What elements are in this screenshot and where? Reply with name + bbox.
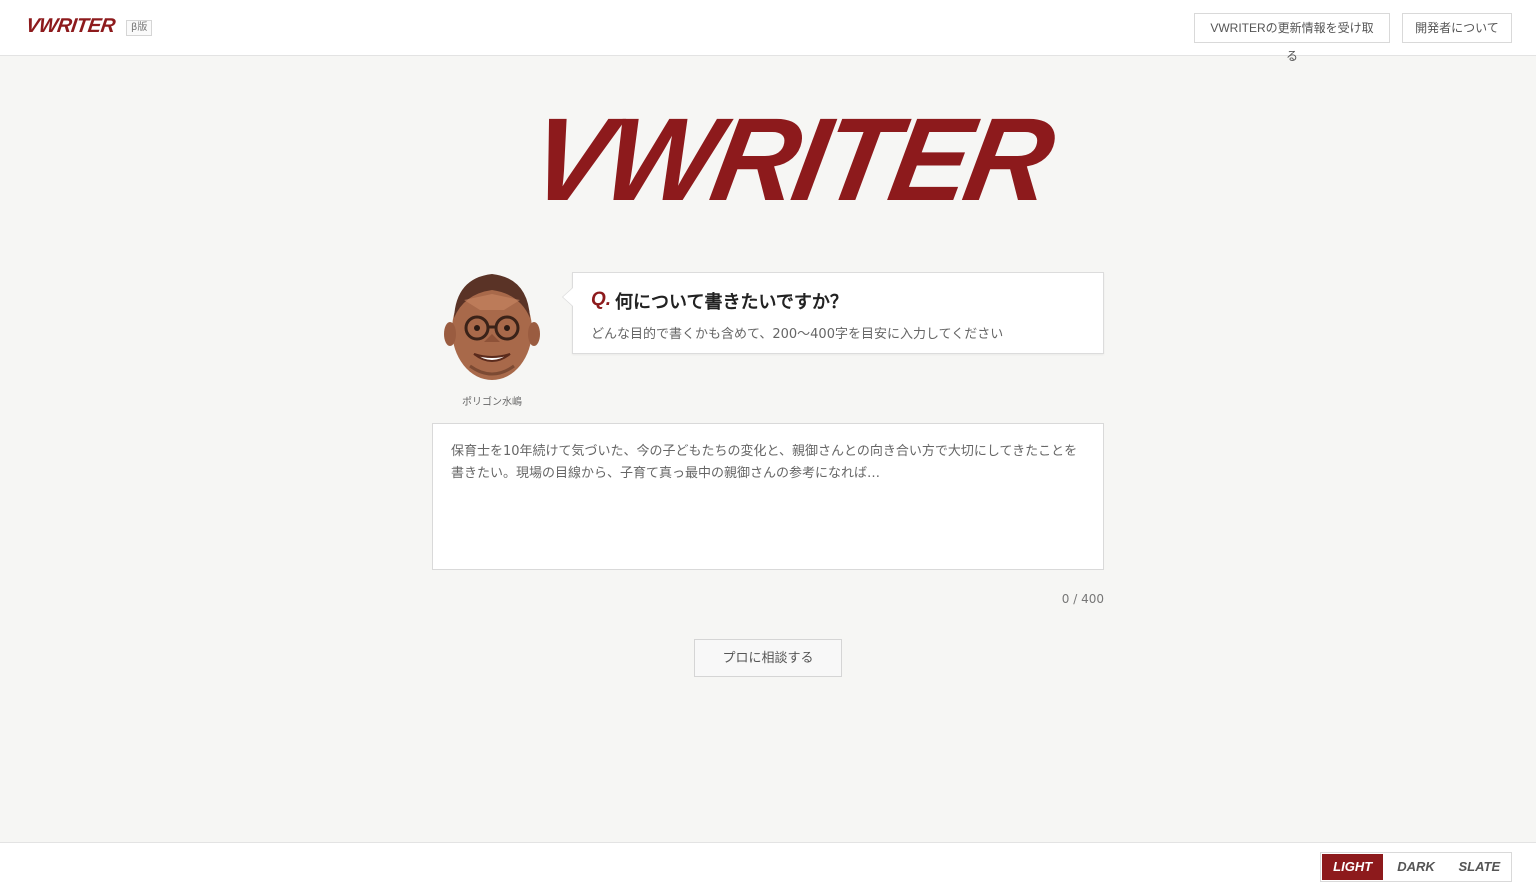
character-counter: 0 / 400: [1061, 592, 1104, 606]
question-title: 何について書きたいですか？: [615, 292, 848, 313]
bottom-bar: LIGHT DARK SLATE: [0, 842, 1536, 889]
advisor-name: ポリゴン水嶋: [462, 397, 522, 408]
brand-logo[interactable]: VWRITER: [24, 15, 117, 38]
about-developer-button[interactable]: 開発者について: [1402, 13, 1512, 43]
question-bubble: Q. 何について書きたいですか？ どんな目的で書くかも含めて、200〜400字を…: [562, 272, 1104, 354]
theme-light-option[interactable]: LIGHT: [1322, 854, 1384, 880]
question-hint: どんな目的で書くかも含めて、200〜400字を目安に入力してください: [591, 327, 1004, 342]
theme-switcher: LIGHT DARK SLATE: [1320, 852, 1512, 882]
subscribe-updates-button[interactable]: VWRITERの更新情報を受け取る: [1194, 13, 1390, 63]
top-bar: VWRITER β版 VWRITERの更新情報を受け取る 開発者について: [0, 0, 1536, 63]
answer-textarea[interactable]: [432, 423, 1104, 570]
hero-logo: VWRITER: [520, 94, 1060, 226]
advisor-avatar-icon: [444, 274, 540, 380]
theme-dark-option[interactable]: DARK: [1385, 854, 1446, 880]
question-mark-label: Q.: [591, 289, 612, 310]
beta-badge: β版: [126, 20, 153, 36]
consult-pro-button[interactable]: プロに相談する: [694, 639, 842, 677]
theme-slate-option[interactable]: SLATE: [1449, 854, 1510, 880]
